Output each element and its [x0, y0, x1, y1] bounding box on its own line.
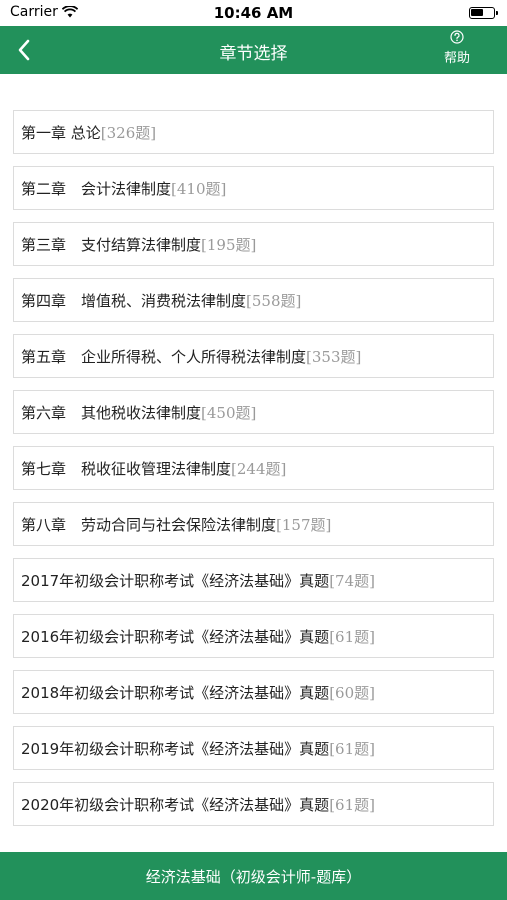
- chapter-item-7[interactable]: 第七章 税收征收管理法律制度 [244题]: [13, 446, 494, 490]
- chapter-count: [558题]: [246, 291, 302, 310]
- page-title: 章节选择: [219, 44, 288, 64]
- chapter-title: 第八章 劳动合同与社会保险法律制度: [21, 515, 277, 534]
- battery-level: [471, 9, 483, 16]
- chapter-item-4[interactable]: 第四章 增值税、消费税法律制度 [558题]: [13, 278, 494, 322]
- chapter-count: [195题]: [201, 235, 257, 254]
- chapter-count: [60题]: [329, 683, 375, 702]
- chapter-item-6[interactable]: 第六章 其他税收法律制度 [450题]: [13, 390, 494, 434]
- chapter-title: 2019年初级会计职称考试《经济法基础》真题: [21, 739, 330, 758]
- status-time: 10:46 AM: [213, 4, 294, 22]
- chapter-title: 2017年初级会计职称考试《经济法基础》真题: [21, 571, 330, 590]
- chapter-item-1[interactable]: 第一章 总论 [326题]: [13, 110, 494, 154]
- chapter-list: 第一章 总论 [326题] 第二章 会计法律制度 [410题] 第三章 支付结算法律…: [13, 110, 494, 838]
- chapter-count: [244题]: [231, 459, 287, 478]
- chapter-count: [326题]: [100, 123, 157, 142]
- status-bar: Carrier 10:46 AM: [0, 0, 507, 26]
- chapter-item-2[interactable]: 第二章 会计法律制度 [410题]: [13, 166, 494, 210]
- chapter-title: 2018年初级会计职称考试《经济法基础》真题: [21, 683, 330, 702]
- chapter-count: [157题]: [276, 515, 332, 534]
- chapter-item-8[interactable]: 第八章 劳动合同与社会保险法律制度 [157题]: [13, 502, 494, 546]
- chapter-title: 第三章 支付结算法律制度: [21, 235, 202, 254]
- chapter-item-3[interactable]: 第三章 支付结算法律制度 [195题]: [13, 222, 494, 266]
- chapter-title: 第四章 增值税、消费税法律制度: [21, 291, 247, 310]
- chapter-count: [353题]: [306, 347, 362, 366]
- help-label: 帮助: [443, 51, 470, 66]
- chapter-count: [61题]: [329, 739, 375, 758]
- nav-bar: 章节选择 帮助: [0, 26, 507, 74]
- chapter-count: [74题]: [329, 571, 375, 590]
- chapter-count: [450题]: [201, 403, 257, 422]
- chapter-title: 2016年初级会计职称考试《经济法基础》真题: [21, 627, 330, 646]
- chapter-title: 第六章 其他税收法律制度: [21, 403, 202, 422]
- chapter-count: [61题]: [329, 795, 375, 814]
- exam-item-2017[interactable]: 2017年初级会计职称考试《经济法基础》真题 [74题]: [13, 558, 494, 602]
- exam-item-2018[interactable]: 2018年初级会计职称考试《经济法基础》真题 [60题]: [13, 670, 494, 714]
- chapter-title: 第二章 会计法律制度: [21, 179, 172, 198]
- chapter-title: 第一章 总论: [21, 123, 101, 142]
- exam-item-2019[interactable]: 2019年初级会计职称考试《经济法基础》真题 [61题]: [13, 726, 494, 770]
- chapter-title: 第七章 税收征收管理法律制度: [21, 459, 232, 478]
- exam-item-2016[interactable]: 2016年初级会计职称考试《经济法基础》真题 [61题]: [13, 614, 494, 658]
- chapter-title: 2020年初级会计职称考试《经济法基础》真题: [21, 795, 330, 814]
- chapter-count: [61题]: [329, 627, 375, 646]
- chapter-count: [410题]: [171, 179, 227, 198]
- chapter-title: 第五章 企业所得税、个人所得税法律制度: [21, 347, 307, 366]
- question-circle-icon: [450, 30, 464, 44]
- bottom-bar-label: 经济法基础（初级会计师-题库）: [145, 867, 362, 886]
- chapter-item-5[interactable]: 第五章 企业所得税、个人所得税法律制度 [353题]: [13, 334, 494, 378]
- help-button[interactable]: 帮助: [437, 30, 477, 66]
- exam-item-2020[interactable]: 2020年初级会计职称考试《经济法基础》真题 [61题]: [13, 782, 494, 826]
- battery-icon: [469, 7, 498, 19]
- bottom-bar[interactable]: 经济法基础（初级会计师-题库）: [0, 852, 507, 900]
